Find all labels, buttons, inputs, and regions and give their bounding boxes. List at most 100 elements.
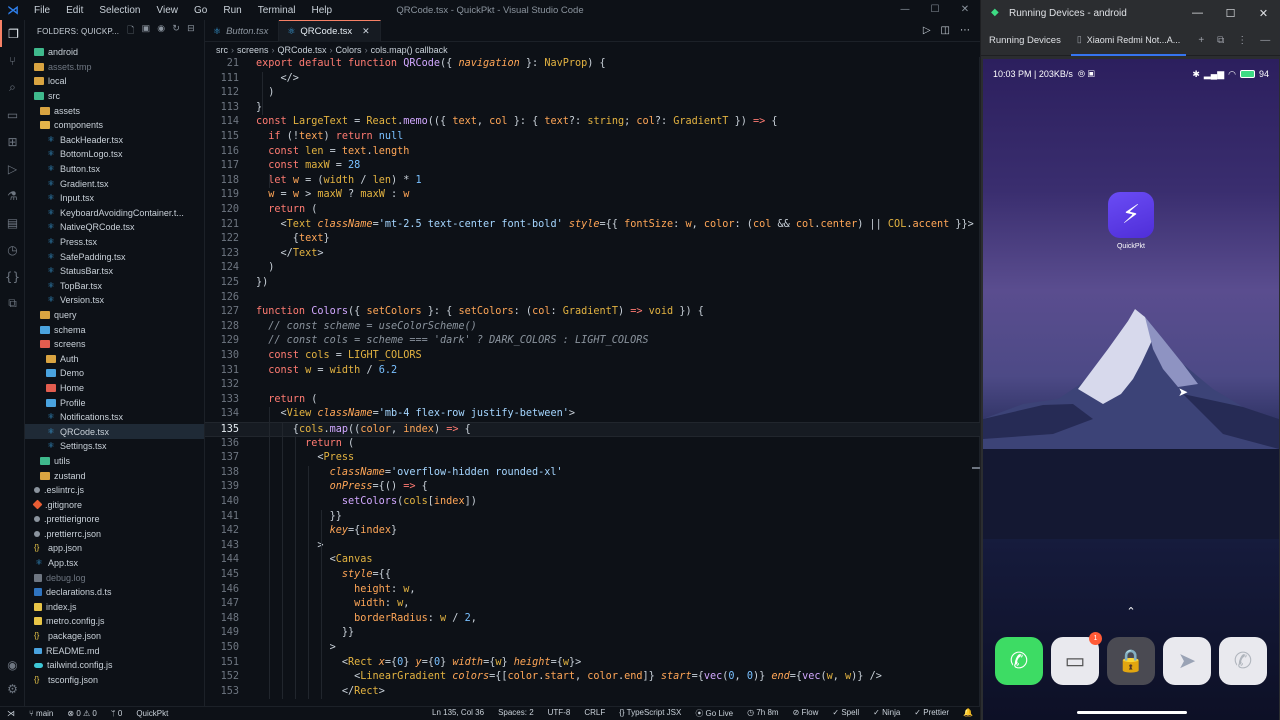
file-tree-item[interactable]: tailwind.config.js (25, 658, 204, 673)
phone-app-icon[interactable]: ✆ (995, 637, 1043, 685)
run-icon[interactable]: ▷ (923, 25, 931, 36)
file-tree-item[interactable]: screens (25, 337, 204, 352)
code-line[interactable]: 120 return ( (205, 203, 980, 218)
file-tree-item[interactable]: Demo (25, 366, 204, 381)
code-line[interactable]: 111 </> (205, 72, 980, 87)
code-line[interactable]: 112 ) (205, 86, 980, 101)
account-icon[interactable]: ◉ (0, 658, 25, 672)
refresh-icon[interactable]: ↻ (172, 23, 180, 39)
preview-icon[interactable]: ◉ (157, 23, 165, 39)
file-tree-item[interactable]: metro.config.js (25, 614, 204, 629)
menu-item-view[interactable]: View (149, 5, 187, 16)
run-debug-icon[interactable]: ▷ (0, 155, 25, 182)
gesture-home-bar[interactable] (1077, 711, 1187, 714)
folder-icon[interactable]: ▤ (0, 209, 25, 236)
code-line[interactable]: 138 className='overflow-hidden rounded-x… (205, 466, 980, 481)
file-tree-item[interactable]: .prettierrc.json (25, 527, 204, 542)
code-line[interactable]: 131 const w = width / 6.2 (205, 364, 980, 379)
code-line[interactable]: 133 return ( (205, 393, 980, 408)
file-tree-item[interactable]: ⚛ Press.tsx (25, 235, 204, 250)
file-tree-item[interactable]: ⚛ StatusBar.tsx (25, 264, 204, 279)
explorer-icon[interactable]: ❐ (0, 20, 25, 47)
close-tab-icon[interactable]: ✕ (362, 26, 370, 37)
file-tree-item[interactable]: ⚛ SafePadding.tsx (25, 249, 204, 264)
more-actions-icon[interactable]: ⋯ (960, 25, 970, 36)
menu-item-run[interactable]: Run (215, 5, 249, 16)
code-editor[interactable]: 21 export default function QRCode({ navig… (205, 57, 980, 706)
remote-indicator-icon[interactable]: ⋊ (0, 709, 22, 718)
go-live-button[interactable]: ⦿ Go Live (688, 708, 740, 719)
collapse-all-icon[interactable]: ⊟ (187, 23, 195, 39)
source-control-icon[interactable]: ⑂ (0, 47, 25, 74)
file-tree-item[interactable]: schema (25, 322, 204, 337)
menu-item-terminal[interactable]: Terminal (250, 5, 304, 16)
file-tree-item[interactable]: ⚛ Input.tsx (25, 191, 204, 206)
new-file-icon[interactable]: 🗋 (127, 23, 134, 39)
file-tree-item[interactable]: ⚛ BottomLogo.tsx (25, 147, 204, 162)
extensions-icon[interactable]: ⊞ (0, 128, 25, 155)
file-tree-item[interactable]: assets (25, 103, 204, 118)
code-line[interactable]: 135 {cols.map((color, index) => { (205, 422, 980, 437)
close-icon[interactable]: ✕ (950, 0, 980, 20)
file-tree-item[interactable]: ⚛ NativeQRCode.tsx (25, 220, 204, 235)
breadcrumb-item[interactable]: src (216, 45, 228, 55)
spell-status[interactable]: ✓ Spell (825, 708, 866, 719)
code-line[interactable]: 126 (205, 291, 980, 306)
code-line[interactable]: 116 const len = text.length (205, 145, 980, 160)
project-status[interactable]: QuickPkt (129, 709, 175, 718)
messages-app-icon[interactable]: ▭ 1 (1051, 632, 1102, 685)
file-tree-item[interactable]: {} tsconfig.json (25, 673, 204, 688)
code-line[interactable]: 122 {text} (205, 232, 980, 247)
code-line[interactable]: 124 ) (205, 261, 980, 276)
problems-status[interactable]: ⊗ 0 ⚠ 0 (60, 709, 103, 718)
menu-item-help[interactable]: Help (304, 5, 341, 16)
file-tree-item[interactable]: ⚛ BackHeader.tsx (25, 133, 204, 148)
code-line[interactable]: 140 setColors(cols[index]) (205, 495, 980, 510)
file-tree-item[interactable]: utils (25, 454, 204, 469)
code-line[interactable]: 139 onPress={() => { (205, 480, 980, 495)
file-tree-item[interactable]: ⚛ Gradient.tsx (25, 176, 204, 191)
file-tree-item[interactable]: android (25, 45, 204, 60)
new-folder-icon[interactable]: ▣ (142, 23, 151, 39)
file-tree-item[interactable]: declarations.d.ts (25, 585, 204, 600)
braces-icon[interactable]: {} (0, 263, 25, 290)
file-tree-item[interactable]: ⚛ Notifications.tsx (25, 410, 204, 425)
file-tree-item[interactable]: ⚛ TopBar.tsx (25, 279, 204, 294)
file-tree-item[interactable]: {} package.json (25, 629, 204, 644)
file-tree-item[interactable]: ⚛ Button.tsx (25, 162, 204, 177)
cursor-position[interactable]: Ln 135, Col 36 (425, 708, 491, 719)
breadcrumb-item[interactable]: Colors (336, 45, 362, 55)
search-icon[interactable]: ⌕ (0, 74, 25, 101)
minimize-icon[interactable]: — (1181, 7, 1214, 20)
code-line[interactable]: 118 let w = (width / len) * 1 (205, 174, 980, 189)
notifications-bell-icon[interactable]: 🔔 (956, 708, 980, 719)
file-tree-item[interactable]: ⚛ App.tsx (25, 556, 204, 571)
branch-status[interactable]: ⑂ main (22, 709, 60, 718)
code-line[interactable]: 119 w = w > maxW ? maxW : w (205, 188, 980, 203)
file-tree-item[interactable]: zustand (25, 468, 204, 483)
code-line[interactable]: 132 (205, 378, 980, 393)
menu-item-go[interactable]: Go (186, 5, 215, 16)
breadcrumb-item[interactable]: cols.map() callback (371, 45, 448, 55)
file-tree-item[interactable]: components (25, 118, 204, 133)
docker-icon[interactable]: ⧉ (0, 290, 25, 317)
indentation-status[interactable]: Spaces: 2 (491, 708, 541, 719)
eol-status[interactable]: CRLF (577, 708, 612, 719)
quickpkt-app-icon[interactable]: ⚡ (1108, 192, 1154, 238)
code-line[interactable]: 136 return ( (205, 437, 980, 452)
menu-item-file[interactable]: File (26, 5, 58, 16)
code-line[interactable]: 125}) (205, 276, 980, 291)
add-device-icon[interactable]: + (1198, 35, 1204, 46)
code-line[interactable]: 123 </Text> (205, 247, 980, 262)
code-line[interactable]: 114 const LargeText = React.memo(({ text,… (205, 115, 980, 130)
file-tree-item[interactable]: Home (25, 381, 204, 396)
breadcrumb-item[interactable]: screens (237, 45, 269, 55)
code-line[interactable]: 113} (205, 101, 980, 116)
file-tree-item[interactable]: debug.log (25, 570, 204, 585)
file-tree-item[interactable]: .prettierignore (25, 512, 204, 527)
code-line[interactable]: 130 const cols = LIGHT_COLORS (205, 349, 980, 364)
file-tree-item[interactable]: ⚛ KeyboardAvoidingContainer.t... (25, 206, 204, 221)
file-tree-item[interactable]: {} app.json (25, 541, 204, 556)
device-screen[interactable]: 10:03 PM | 203KB/s ⦾ ▣ ✱ ▂▄▆ ◠ 94 ⚡ Quic… (983, 59, 1279, 720)
remote-explorer-icon[interactable]: ▭ (0, 101, 25, 128)
